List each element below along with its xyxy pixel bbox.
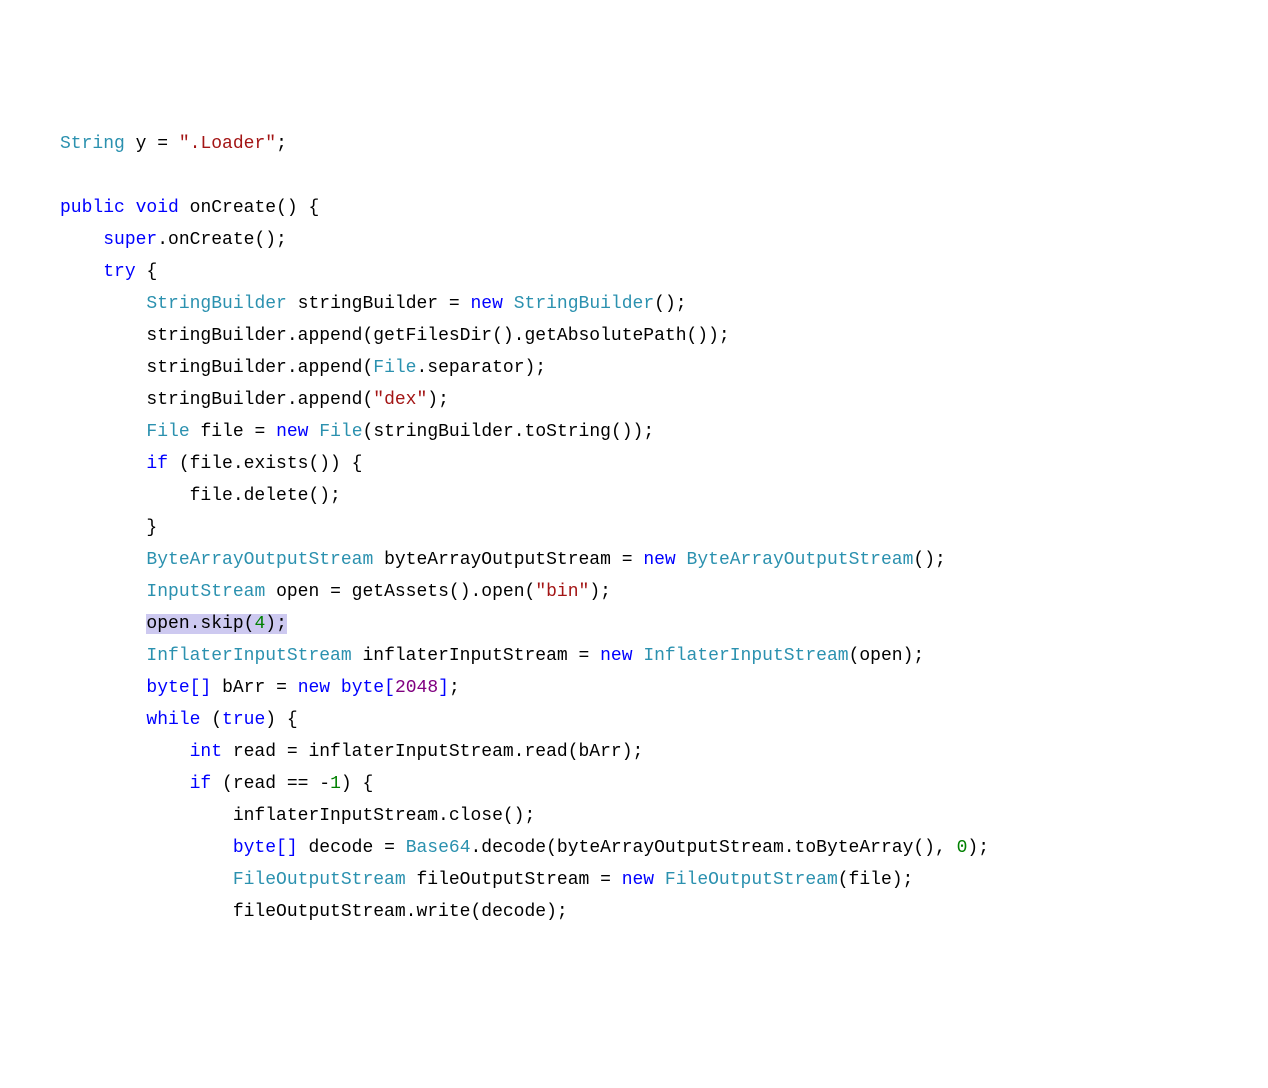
code-line: InflaterInputStream inflaterInputStream …	[60, 646, 924, 666]
code-line: File file = new File(stringBuilder.toStr…	[60, 422, 654, 442]
code-line: public void onCreate() {	[60, 198, 319, 218]
code-line: try {	[60, 262, 157, 282]
code-line: while (true) {	[60, 710, 298, 730]
code-line: stringBuilder.append(File.separator);	[60, 358, 546, 378]
code-line: stringBuilder.append("dex");	[60, 390, 449, 410]
code-line: int read = inflaterInputStream.read(bArr…	[60, 742, 643, 762]
code-line: super.onCreate();	[60, 230, 287, 250]
code-line: if (read == -1) {	[60, 774, 373, 794]
code-line: byte[] decode = Base64.decode(byteArrayO…	[60, 838, 989, 858]
code-line: String y = ".Loader";	[60, 134, 287, 154]
code-line: byte[] bArr = new byte[2048];	[60, 678, 460, 698]
code-line: stringBuilder.append(getFilesDir().getAb…	[60, 326, 730, 346]
code-line: inflaterInputStream.close();	[60, 806, 535, 826]
blank-line	[60, 166, 71, 186]
code-block: String y = ".Loader"; public void onCrea…	[0, 128, 1268, 928]
code-line: if (file.exists()) {	[60, 454, 362, 474]
code-line: ByteArrayOutputStream byteArrayOutputStr…	[60, 550, 946, 570]
code-line: StringBuilder stringBuilder = new String…	[60, 294, 687, 314]
code-line: InputStream open = getAssets().open("bin…	[60, 582, 611, 602]
code-line: }	[60, 518, 157, 538]
code-line: FileOutputStream fileOutputStream = new …	[60, 870, 913, 890]
code-line: file.delete();	[60, 486, 341, 506]
code-line: fileOutputStream.write(decode);	[60, 902, 568, 922]
code-line-highlighted: open.skip(4);	[60, 614, 287, 634]
